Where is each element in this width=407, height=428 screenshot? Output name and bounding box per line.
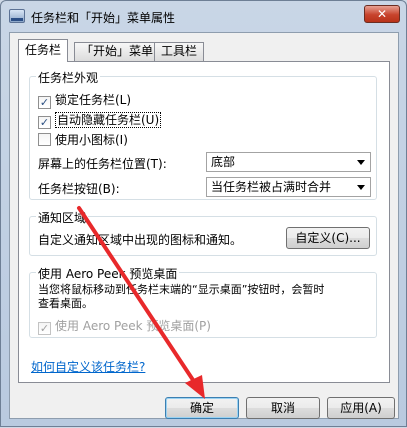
lock-taskbar-option[interactable]: ✓ 锁定任务栏(L) [38,91,131,109]
small-icons-checkbox[interactable] [38,133,51,146]
small-icons-label: 使用小图标(I) [55,133,128,147]
lock-taskbar-label: 锁定任务栏(L) [55,93,132,107]
aero-peek-description-line2: 查看桌面。 [38,297,93,310]
autohide-option[interactable]: ✓ 自动隐藏任务栏(U) [38,111,162,129]
window-title: 任务栏和「开始」菜单属性 [31,11,176,25]
autohide-checkbox[interactable]: ✓ [38,116,51,129]
tab-panel-taskbar: 任务栏外观 ✓ 锁定任务栏(L) ✓ 自动隐藏任务栏(U) 使用小图标(I) 屏幕上… [18,61,390,383]
help-link[interactable]: 如何自定义该任务栏? [31,358,145,375]
ok-button[interactable]: 确定 [165,397,239,419]
chevron-down-icon [357,160,365,165]
customize-button[interactable]: 自定义(C)... [286,227,370,249]
chevron-down-icon [357,185,365,190]
tab-start-menu[interactable]: 「开始」菜单 [74,42,161,61]
notification-group-title: 通知区域 [36,209,89,226]
taskbar-buttons-label: 任务栏按钮(B): [38,182,120,196]
autohide-label: 自动隐藏任务栏(U) [55,112,162,128]
dialog-client: 任务栏 「开始」菜单 工具栏 任务栏外观 ✓ 锁定任务栏(L) ✓ 自动隐藏任务栏(… [9,32,399,419]
taskbar-location-select[interactable]: 底部 [206,152,371,172]
tab-toolbars[interactable]: 工具栏 [154,42,205,61]
aero-peek-group: 使用 Aero Peek 预览桌面 当您将鼠标移动到任务栏末端的“显示桌面”按钮… [29,265,377,338]
appearance-group: 任务栏外观 ✓ 锁定任务栏(L) ✓ 自动隐藏任务栏(U) 使用小图标(I) 屏幕上… [29,69,377,200]
aero-peek-option: ✓ 使用 Aero Peek 预览桌面(P) [38,317,211,335]
taskbar-buttons-value: 当任务栏被占满时合并 [211,180,332,194]
dialog-window: 任务栏和「开始」菜单属性 ✕ 任务栏 「开始」菜单 工具栏 任务栏外观 ✓ 锁定任… [0,0,407,427]
taskbar-buttons-select[interactable]: 当任务栏被占满时合并 [206,177,371,197]
taskbar-location-value: 底部 [211,155,236,169]
taskbar-icon [9,9,25,23]
aero-peek-group-title: 使用 Aero Peek 预览桌面 [36,265,180,282]
appearance-group-title: 任务栏外观 [36,69,101,86]
aero-peek-label: 使用 Aero Peek 预览桌面(P) [55,319,211,333]
lock-taskbar-checkbox[interactable]: ✓ [38,96,51,109]
close-button[interactable]: ✕ [364,5,400,23]
title-bar[interactable]: 任务栏和「开始」菜单属性 ✕ [1,1,406,33]
apply-button[interactable]: 应用(A) [327,397,395,419]
small-icons-option[interactable]: 使用小图标(I) [38,131,128,148]
taskbar-location-label: 屏幕上的任务栏位置(T): [38,157,167,171]
cancel-button[interactable]: 取消 [246,397,320,419]
aero-peek-checkbox: ✓ [38,322,51,335]
notification-description: 自定义通知区域中出现的图标和通知。 [38,233,243,247]
tab-taskbar[interactable]: 任务栏 [18,39,69,62]
notification-group: 通知区域 自定义通知区域中出现的图标和通知。 自定义(C)... [29,209,377,256]
